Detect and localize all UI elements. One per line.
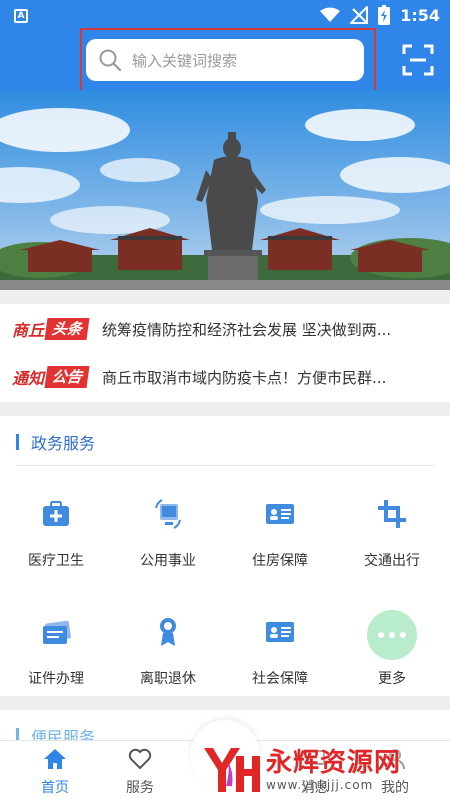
scan-icon[interactable] bbox=[402, 44, 434, 76]
section-accent-bar bbox=[16, 434, 19, 450]
service-item-medical[interactable]: 医疗卫生 bbox=[0, 494, 112, 584]
tag-right-text: 公告 bbox=[44, 366, 90, 388]
battery-charging-icon bbox=[378, 5, 391, 25]
service-label: 公用事业 bbox=[140, 553, 196, 569]
statue-banner-illustration bbox=[0, 90, 450, 290]
watermark-url: www.yhkjjj.com bbox=[266, 778, 374, 792]
housing-card-icon bbox=[266, 504, 294, 524]
service-label: 社会保障 bbox=[252, 671, 308, 687]
clock: 1:54 bbox=[400, 5, 440, 25]
wifi-icon bbox=[320, 7, 341, 22]
notice-tag: 通知 公告 bbox=[12, 366, 90, 388]
service-item-certificate[interactable]: 证件办理 bbox=[0, 612, 112, 702]
news-ticker: 商丘 头条 统筹疫情防控和经济社会发展 坚决做到两... 通知 公告 商丘市取消… bbox=[0, 304, 450, 402]
certificate-icon bbox=[43, 620, 71, 644]
service-label: 证件办理 bbox=[28, 671, 84, 687]
section-title-text: 政务服务 bbox=[31, 434, 96, 453]
more-dots-icon bbox=[367, 610, 417, 660]
service-label: 更多 bbox=[378, 671, 406, 687]
tag-left-text: 商丘 bbox=[12, 321, 45, 340]
nav-label: 服务 bbox=[126, 780, 154, 796]
news-title: 统筹疫情防控和经济社会发展 坚决做到两... bbox=[102, 320, 392, 339]
service-label: 住房保障 bbox=[252, 553, 308, 569]
search-placeholder: 输入关键词搜索 bbox=[132, 51, 238, 70]
service-item-housing[interactable]: 住房保障 bbox=[224, 494, 336, 584]
retirement-medal-icon bbox=[160, 618, 176, 646]
banner-image[interactable] bbox=[0, 90, 450, 290]
home-icon bbox=[44, 749, 66, 769]
tag-left-text: 通知 bbox=[12, 369, 45, 388]
headline-tag: 商丘 头条 bbox=[12, 318, 90, 340]
service-label: 医疗卫生 bbox=[28, 553, 84, 569]
nav-home[interactable]: 首页 bbox=[10, 747, 100, 797]
nav-label: 首页 bbox=[41, 780, 69, 796]
heart-icon bbox=[128, 748, 152, 770]
service-label: 离职退休 bbox=[140, 671, 196, 687]
service-item-public-utility[interactable]: 公用事业 bbox=[112, 494, 224, 584]
medical-kit-icon bbox=[43, 501, 69, 526]
no-signal-icon bbox=[350, 6, 369, 24]
service-item-social-security[interactable]: 社会保障 bbox=[224, 612, 336, 702]
social-security-card-icon bbox=[266, 622, 294, 642]
watermark-title: 永辉资源网 bbox=[266, 748, 402, 778]
search-input[interactable]: 输入关键词搜索 bbox=[86, 39, 364, 81]
news-item-headline[interactable]: 商丘 头条 统筹疫情防控和经济社会发展 坚决做到两... bbox=[0, 306, 450, 352]
section-divider bbox=[16, 465, 434, 466]
service-item-transport[interactable]: 交通出行 bbox=[336, 494, 448, 584]
search-icon bbox=[99, 49, 122, 72]
government-services-section: 政务服务 医疗卫生 公用事业 住房保障 交通出行 证件办理 离职退休 社会保障 … bbox=[0, 416, 450, 696]
tag-right-text: 头条 bbox=[44, 318, 90, 340]
watermark-logo-icon bbox=[204, 748, 260, 792]
service-item-retirement[interactable]: 离职退休 bbox=[112, 612, 224, 702]
nav-services[interactable]: 服务 bbox=[95, 747, 185, 797]
public-utility-icon bbox=[155, 499, 181, 529]
news-item-notice[interactable]: 通知 公告 商丘市取消市域内防疫卡点！方便市民群... bbox=[0, 354, 450, 400]
transport-crop-icon bbox=[378, 500, 406, 528]
section-title: 政务服务 bbox=[16, 430, 95, 454]
watermark: 永辉资源网 www.yhkjjj.com bbox=[200, 742, 440, 798]
notification-a-icon: A bbox=[14, 9, 28, 23]
news-title: 商丘市取消市域内防疫卡点！方便市民群... bbox=[102, 368, 387, 387]
service-label: 交通出行 bbox=[364, 553, 420, 569]
service-item-more[interactable]: 更多 bbox=[336, 610, 448, 702]
